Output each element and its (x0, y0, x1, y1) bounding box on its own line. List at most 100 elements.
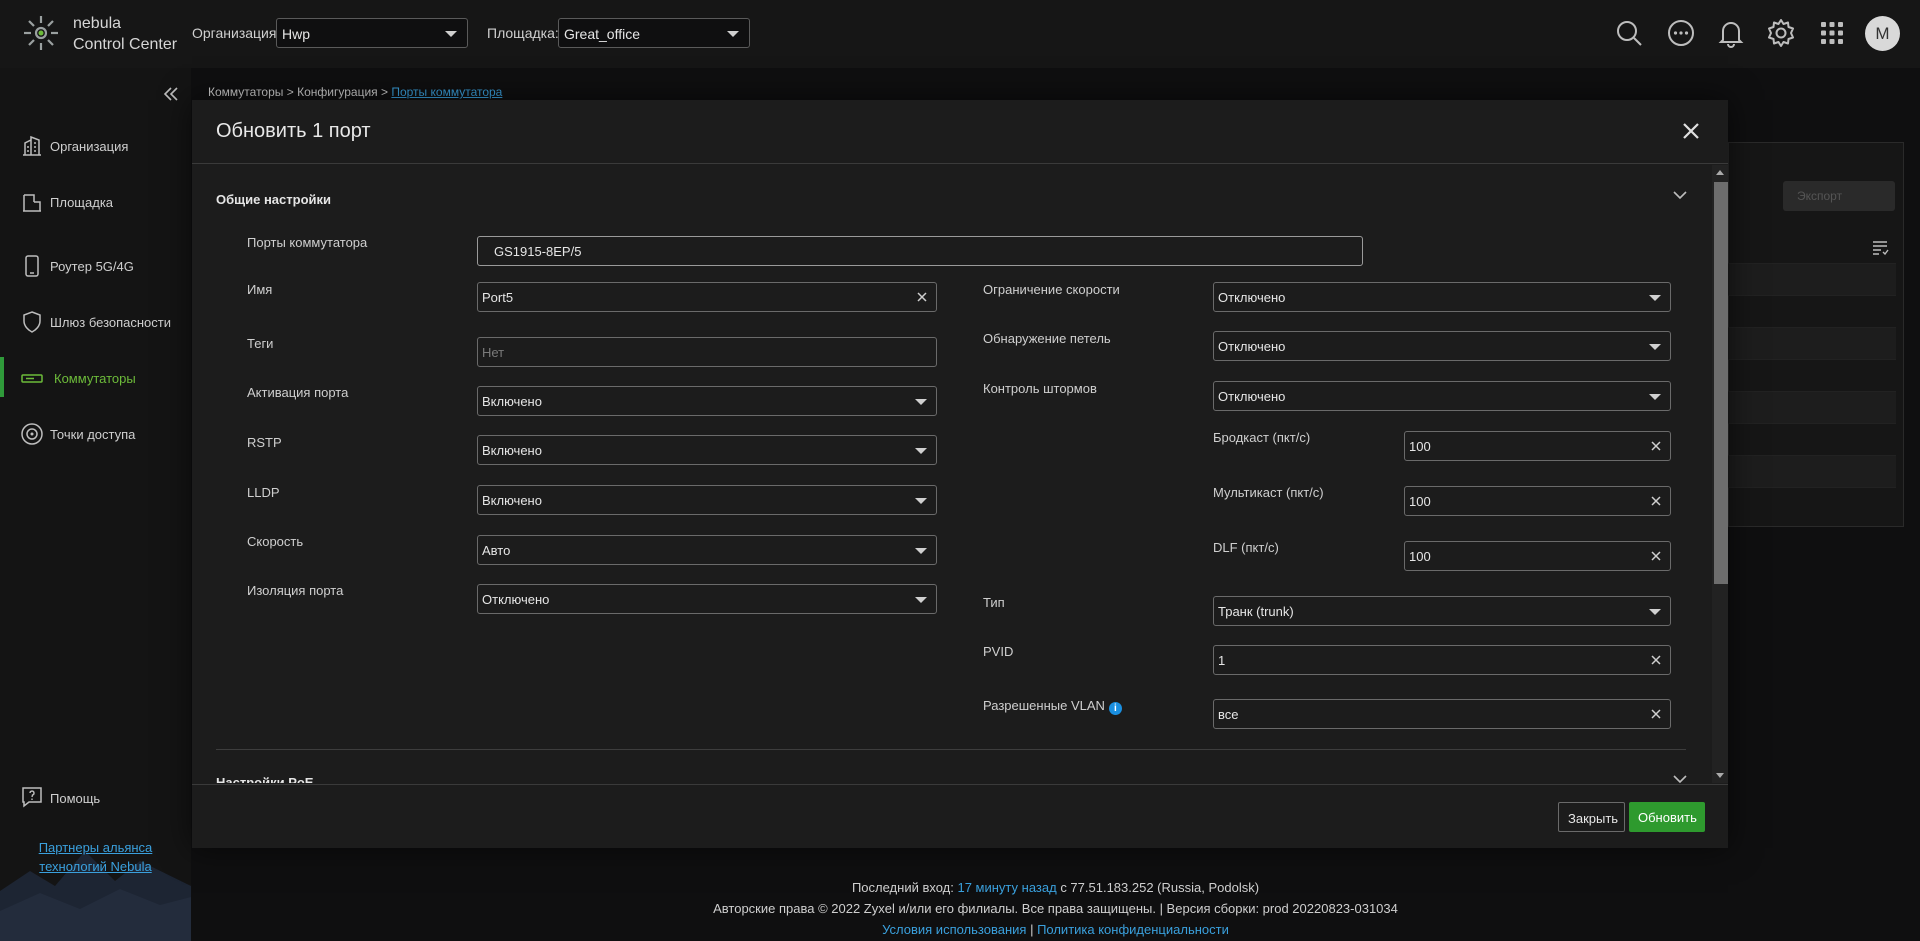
export-button[interactable]: Экспорт (1783, 181, 1895, 211)
chevron-down-icon (915, 399, 927, 405)
export-button-label: Экспорт (1797, 189, 1843, 203)
privacy-link[interactable]: Политика конфиденциальности (1037, 922, 1229, 937)
breadcrumb-item[interactable]: Конфигурация (297, 85, 378, 99)
type-label: Тип (983, 595, 1005, 610)
clear-icon[interactable] (916, 291, 928, 303)
speed-value: Авто (482, 543, 511, 558)
search-icon[interactable] (1613, 17, 1645, 49)
help-link[interactable]: Помощь (0, 781, 191, 813)
breadcrumb-current[interactable]: Порты коммутатора (391, 85, 502, 99)
modal-footer: Закрыть Обновить (192, 784, 1728, 848)
chevron-down-icon (915, 498, 927, 504)
table-row (1728, 264, 1896, 296)
storm-control-select[interactable]: Отключено (1213, 381, 1671, 411)
sidebar-item-router[interactable]: Роутер 5G/4G (0, 245, 191, 285)
speed-select[interactable]: Авто (477, 535, 937, 565)
multicast-input[interactable]: 100 (1404, 486, 1671, 516)
rstp-select[interactable]: Включено (477, 435, 937, 465)
sidebar-item-security-gateway[interactable]: Шлюз безопасности (0, 301, 191, 341)
apps-grid-icon[interactable] (1816, 17, 1848, 49)
building-icon (23, 135, 41, 156)
chevron-down-icon (1649, 344, 1661, 350)
dlf-input[interactable]: 100 (1404, 541, 1671, 571)
switch-icon (21, 374, 43, 383)
type-select[interactable]: Транк (trunk) (1213, 596, 1671, 626)
brand-name: nebula Control Center (73, 13, 177, 55)
background-table (1728, 232, 1896, 517)
switch-ports-value: GS1915-8EP/5 (494, 244, 582, 259)
table-row (1728, 296, 1896, 328)
lldp-select[interactable]: Включено (477, 485, 937, 515)
name-input[interactable]: Port5 (477, 282, 937, 312)
chevron-down-icon (1649, 295, 1661, 301)
site-select[interactable]: Great_office (558, 18, 750, 48)
scrollbar-thumb[interactable] (1714, 182, 1728, 584)
clear-icon[interactable] (1650, 654, 1662, 666)
gear-icon[interactable] (1765, 17, 1797, 49)
allowed-vlan-label: Разрешенные VLAN i (983, 698, 1122, 715)
sidebar-item-site[interactable]: Площадка (0, 181, 191, 221)
rate-limit-select[interactable]: Отключено (1213, 282, 1671, 312)
allowed-vlan-value: все (1218, 707, 1239, 722)
section-poe-title[interactable]: Настройки PoE (216, 775, 313, 783)
name-value: Port5 (482, 290, 514, 305)
shield-icon (23, 311, 41, 333)
last-login-link[interactable]: 17 минуту назад (957, 880, 1056, 895)
modal-header: Обновить 1 порт (192, 100, 1728, 164)
breadcrumb-item[interactable]: Коммутаторы (208, 85, 283, 99)
pvid-label: PVID (983, 644, 1014, 659)
collapse-sidebar-icon[interactable] (161, 84, 181, 104)
site-select-value: Great_office (564, 26, 641, 42)
sidebar-item-switches[interactable]: Коммутаторы (0, 357, 191, 397)
broadcast-input[interactable]: 100 (1404, 431, 1671, 461)
scroll-up-icon[interactable] (1716, 170, 1724, 175)
terms-link[interactable]: Условия использования (882, 922, 1026, 937)
info-icon[interactable]: i (1108, 702, 1122, 715)
port-isolation-label: Изоляция порта (247, 583, 344, 598)
chevron-down-icon (915, 597, 927, 603)
port-activation-select[interactable]: Включено (477, 386, 937, 416)
copyright-text: Авторские права © 2022 Zyxel и/или его ф… (713, 901, 1398, 916)
tags-input[interactable]: Нет (477, 337, 937, 367)
close-icon[interactable] (1680, 120, 1702, 142)
port-isolation-select[interactable]: Отключено (477, 584, 937, 614)
org-select[interactable]: Hwp (276, 18, 468, 48)
partners-link[interactable]: Партнеры альянса технологий Nebula (0, 838, 191, 876)
allowed-vlan-input[interactable]: все (1213, 699, 1671, 729)
clear-icon[interactable] (1650, 550, 1662, 562)
bell-icon[interactable] (1715, 17, 1747, 49)
speed-label: Скорость (247, 534, 304, 549)
sidebar-item-label: Коммутаторы (54, 371, 136, 386)
port-activation-value: Включено (482, 394, 542, 409)
modal-body: Общие настройки Порты коммутатора GS1915… (192, 165, 1728, 783)
last-login-line: Последний вход: 17 минуту назад с 77.51.… (191, 877, 1920, 898)
clear-icon[interactable] (1650, 495, 1662, 507)
lldp-value: Включено (482, 493, 542, 508)
scroll-down-icon[interactable] (1716, 773, 1724, 778)
chat-icon[interactable] (1665, 17, 1697, 49)
nebula-logo[interactable] (22, 14, 60, 52)
rstp-value: Включено (482, 443, 542, 458)
chevron-down-icon (915, 448, 927, 454)
sidebar-item-organization[interactable]: Организация (0, 125, 191, 165)
loop-detection-select[interactable]: Отключено (1213, 331, 1671, 361)
clear-icon[interactable] (1650, 708, 1662, 720)
dlf-value: 100 (1409, 549, 1431, 564)
switch-ports-label: Порты коммутатора (247, 235, 368, 250)
close-button[interactable]: Закрыть (1558, 802, 1625, 832)
sidebar-item-access-points[interactable]: Точки доступа (0, 413, 191, 453)
partners-line-2: технологий Nebula (39, 859, 152, 874)
tags-placeholder: Нет (482, 345, 505, 360)
avatar[interactable]: M (1865, 16, 1900, 51)
clear-icon[interactable] (1650, 440, 1662, 452)
chevron-down-icon (1649, 609, 1661, 615)
loop-detection-label: Обнаружение петель (983, 331, 1111, 346)
update-button[interactable]: Обновить (1629, 802, 1705, 832)
pvid-input[interactable]: 1 (1213, 645, 1671, 675)
modal-scrollbar[interactable] (1712, 165, 1728, 783)
rate-limit-label: Ограничение скорости (983, 282, 1120, 297)
chevron-down-icon[interactable] (1672, 771, 1688, 783)
chevron-down-icon[interactable] (1672, 187, 1688, 203)
section-general-title[interactable]: Общие настройки (216, 192, 331, 207)
chevron-down-icon (915, 548, 927, 554)
